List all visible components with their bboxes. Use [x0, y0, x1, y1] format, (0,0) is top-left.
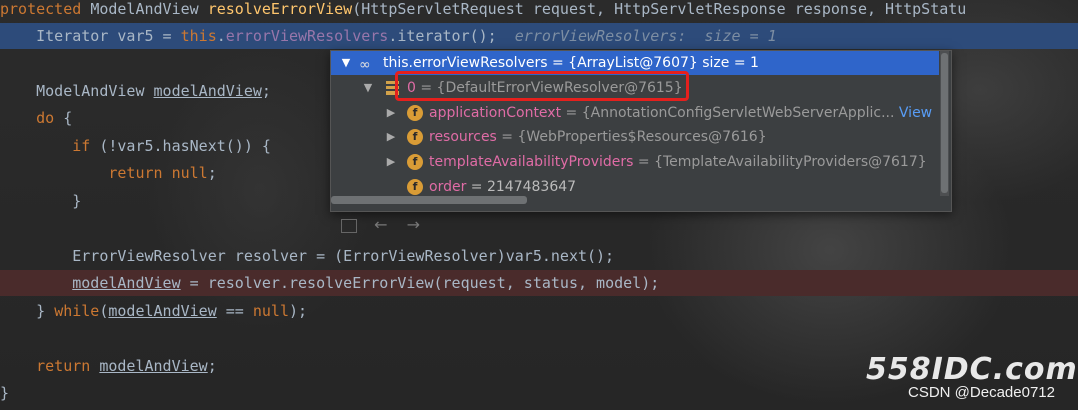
annotation-highlight-box — [395, 71, 689, 101]
field-icon: f — [407, 154, 423, 170]
code-line-1[interactable]: protected ModelAndView resolveErrorView(… — [0, 0, 1078, 22]
code-line-10[interactable]: ErrorViewResolver resolver = (ErrorViewR… — [0, 243, 1078, 269]
vertical-scrollbar[interactable] — [940, 51, 949, 196]
tree-row-applicationcontext[interactable]: ▶ f applicationContext = {AnnotationConf… — [331, 101, 939, 125]
code-line-12[interactable]: } while(modelAndView == null); — [0, 298, 1078, 324]
chevron-down-icon[interactable]: ▼ — [361, 76, 375, 100]
view-link[interactable]: View — [894, 105, 932, 121]
chevron-down-icon[interactable]: ▼ — [339, 51, 353, 75]
watermark-author: CSDN @Decade0712 — [908, 384, 1055, 401]
field-icon: f — [407, 129, 423, 145]
popup-navigation: ← → — [341, 215, 420, 234]
chevron-right-icon[interactable]: ▶ — [384, 150, 398, 174]
watermark-brand: 558IDC.com — [866, 352, 1078, 387]
field-icon: f — [407, 105, 423, 121]
horizontal-scrollbar[interactable] — [331, 196, 527, 204]
expand-tree-icon[interactable] — [341, 218, 357, 233]
tree-row-resources[interactable]: ▶ f resources = {WebProperties$Resources… — [331, 125, 939, 149]
watch-glasses-icon: ∞ — [359, 57, 371, 73]
code-line-breakpoint[interactable]: modelAndView = resolver.resolveErrorView… — [0, 270, 1078, 296]
code-line-current-execution[interactable]: Iterator var5 = this.errorViewResolvers.… — [0, 23, 1078, 49]
scrollbar-thumb[interactable] — [941, 53, 948, 193]
field-icon: f — [407, 179, 423, 195]
tree-row-templateavailabilityproviders[interactable]: ▶ f templateAvailabilityProviders = {Tem… — [331, 150, 939, 174]
chevron-right-icon[interactable]: ▶ — [384, 125, 398, 149]
inline-debug-hint: errorViewResolvers: size = 1 — [496, 27, 777, 45]
chevron-right-icon[interactable]: ▶ — [384, 101, 398, 125]
forward-arrow-icon[interactable]: → — [407, 215, 420, 234]
back-arrow-icon[interactable]: ← — [374, 215, 387, 234]
